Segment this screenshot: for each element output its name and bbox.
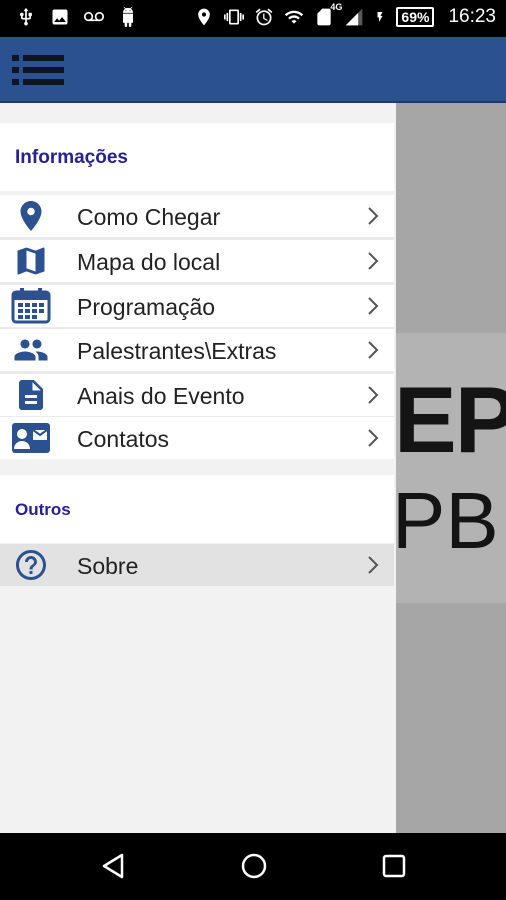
voicemail-icon	[84, 6, 104, 28]
section-title: Informações	[15, 147, 128, 168]
drawer-item-label: Contatos	[77, 426, 170, 452]
chevron-right-icon	[366, 384, 380, 406]
drawer-item-programacao[interactable]: Programação	[0, 285, 394, 327]
map-icon	[9, 242, 53, 280]
people-icon	[9, 331, 53, 369]
battery-level: 69%	[396, 7, 435, 27]
recents-button[interactable]	[379, 851, 409, 881]
back-icon	[102, 853, 124, 879]
contact-card-icon	[9, 419, 53, 457]
drawer-item-label: Como Chegar	[77, 204, 221, 230]
system-navigation-bar	[0, 833, 506, 900]
background-banner-text-1: EP	[396, 367, 506, 472]
back-button[interactable]	[98, 851, 128, 881]
app-bar	[0, 37, 506, 103]
drawer-item-contatos[interactable]: Contatos	[0, 417, 394, 459]
chevron-right-icon	[366, 554, 380, 576]
status-system: 4G 69% 16:23	[194, 2, 496, 28]
document-icon	[9, 376, 53, 414]
usb-icon	[16, 6, 36, 28]
network-type-label: 4G	[330, 2, 343, 12]
wifi-icon	[284, 6, 304, 28]
chevron-right-icon	[366, 250, 380, 272]
recents-icon	[382, 854, 406, 878]
home-button[interactable]	[239, 851, 269, 881]
background-banner-text-2: PB	[396, 476, 499, 565]
chevron-right-icon	[366, 427, 380, 449]
android-debug-icon	[118, 6, 138, 28]
drawer-item-como-chegar[interactable]: Como Chegar	[0, 195, 394, 237]
charging-icon	[374, 6, 386, 28]
calendar-icon	[9, 287, 53, 325]
location-pin-icon	[9, 197, 53, 235]
status-bar: 4G 69% 16:23	[0, 0, 506, 37]
help-circle-icon	[9, 546, 53, 584]
drawer-item-palestrantes-extras[interactable]: Palestrantes\Extras	[0, 329, 394, 371]
drawer-item-sobre[interactable]: Sobre	[0, 544, 394, 586]
clock: 16:23	[448, 6, 496, 27]
section-title: Outros	[15, 500, 71, 519]
alarm-icon	[254, 6, 274, 28]
signal-icon	[344, 6, 364, 28]
chevron-right-icon	[366, 205, 380, 227]
drawer-item-label: Anais do Evento	[77, 383, 245, 409]
background-screen-scrim[interactable]: EP PB	[396, 103, 506, 833]
image-icon	[50, 6, 70, 28]
drawer-item-anais-do-evento[interactable]: Anais do Evento	[0, 374, 394, 416]
drawer-item-label: Palestrantes\Extras	[77, 338, 277, 364]
chevron-right-icon	[366, 295, 380, 317]
drawer-item-mapa-do-local[interactable]: Mapa do local	[0, 240, 394, 282]
menu-icon	[12, 55, 64, 85]
vibrate-icon	[224, 6, 245, 28]
drawer-item-label: Sobre	[77, 553, 139, 579]
navigation-drawer: Informações Como Chegar Mapa do local Pr…	[0, 103, 396, 833]
location-icon	[194, 6, 214, 28]
section-header-informacoes: Informações	[0, 123, 394, 191]
drawer-item-label: Mapa do local	[77, 249, 221, 275]
drawer-item-label: Programação	[77, 294, 216, 320]
chevron-right-icon	[366, 339, 380, 361]
section-header-outros: Outros	[0, 475, 394, 543]
home-icon	[241, 853, 267, 879]
sim-icon: 4G	[314, 2, 342, 28]
menu-button[interactable]	[12, 53, 64, 87]
status-notifications	[16, 6, 138, 28]
